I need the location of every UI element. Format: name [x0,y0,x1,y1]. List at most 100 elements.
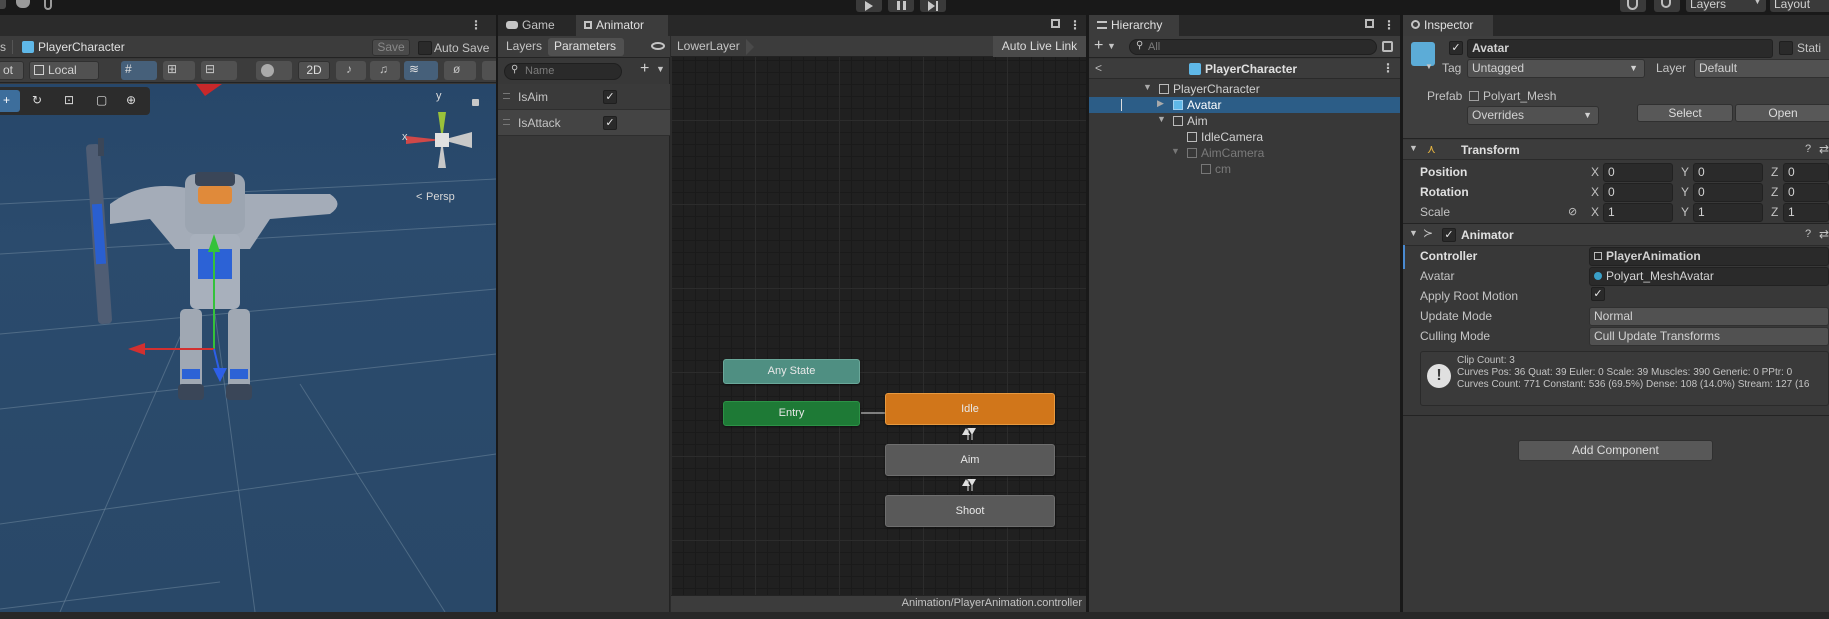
chevron-down-icon[interactable]: ▼ [656,64,665,74]
transform-z-field[interactable]: 0 [1783,183,1829,202]
layers-dropdown[interactable]: Layers ▼ [1686,0,1766,12]
scale-tool-button[interactable]: ⊡ [56,90,86,112]
hierarchy-search-input[interactable]: ⚲ All [1129,39,1377,55]
transform-z-field[interactable]: 1 [1783,203,1829,222]
chevron-right-icon[interactable]: ▶ [1157,98,1164,109]
scene-gizmo[interactable]: y x [392,90,488,182]
layout-dropdown[interactable]: Layout [1770,0,1829,12]
avatar-field[interactable]: Polyart_MeshAvatar [1589,267,1829,286]
animator-graph[interactable]: LowerLayer Auto Live Link Any State Entr… [671,36,1086,612]
chevron-down-icon[interactable]: ▼ [1425,62,1433,71]
more-options-icon[interactable]: ⋮ [1382,61,1394,75]
prefab-open-button[interactable]: Open [1735,104,1829,122]
search-button[interactable] [1654,0,1680,12]
culling-mode-dropdown[interactable]: Cull Update Transforms [1589,327,1829,346]
save-button[interactable]: Save [372,39,410,56]
state-shoot[interactable]: Shoot [885,495,1055,527]
scene-visibility-icon[interactable] [1382,41,1393,52]
chevron-down-icon[interactable]: ▼ [1107,41,1116,51]
account-button[interactable] [0,0,6,9]
tab-game[interactable]: Game [498,15,576,36]
tab-parameters[interactable]: Parameters [548,38,624,56]
grid-toggle[interactable]: # [121,61,157,80]
chevron-down-icon[interactable]: ▼ [1143,82,1152,92]
play-button[interactable] [856,0,882,12]
layer-dropdown[interactable]: Default [1694,59,1829,78]
link-icon[interactable]: ⊘ [1568,205,1577,218]
settings-icon[interactable]: ⇄ [1819,142,1829,156]
audio-toggle[interactable]: ♫ [370,61,400,80]
controller-field[interactable]: PlayerAnimation [1589,247,1829,266]
tab-animator[interactable]: Animator [576,15,668,36]
help-icon[interactable]: ? [1805,228,1811,240]
move-tool-button[interactable]: + [0,90,20,112]
back-arrow-icon[interactable]: < [1095,61,1102,75]
more-options-icon[interactable]: ⋮ [470,18,482,32]
chevron-down-icon[interactable]: ▼ [1171,146,1180,156]
rect-tool-button[interactable]: ▢ [88,90,118,112]
state-entry[interactable]: Entry [723,401,860,426]
transform-y-field[interactable]: 0 [1693,183,1763,202]
lock-icon[interactable] [1051,19,1060,28]
update-mode-dropdown[interactable]: Normal [1589,307,1829,326]
parameter-row[interactable]: IsAim ✓ [498,84,670,110]
static-checkbox[interactable] [1779,41,1793,55]
transform-x-field[interactable]: 0 [1603,163,1673,182]
cloud-icon[interactable] [16,0,30,8]
transform-z-field[interactable]: 0 [1783,163,1829,182]
tag-dropdown[interactable]: Untagged ▼ [1467,59,1645,78]
overrides-dropdown[interactable]: Overrides ▼ [1467,106,1599,125]
collab-icon[interactable] [44,0,52,10]
transform-x-field[interactable]: 1 [1603,203,1673,222]
parameter-row[interactable]: IsAttack ✓ [498,110,670,136]
persp-label[interactable]: Persp [426,191,455,203]
hierarchy-item[interactable]: ▶ Avatar [1089,97,1400,113]
active-checkbox[interactable]: ✓ [1449,41,1463,55]
more-options-icon[interactable]: ⋮ [1069,18,1081,32]
parameter-value-checkbox[interactable]: ✓ [603,90,617,104]
settings-icon[interactable]: ⇄ [1819,227,1829,241]
object-name-field[interactable]: Avatar [1467,39,1773,58]
parameter-value-checkbox[interactable]: ✓ [603,116,617,130]
create-icon[interactable]: + [1094,37,1103,55]
hierarchy-item[interactable]: cm [1089,161,1400,177]
chevron-down-icon[interactable]: ▼ [1157,114,1166,124]
animator-component-header[interactable]: ▼ ≻ ✓ Animator ? ⇄ [1403,224,1829,246]
gizmos-dropdown[interactable] [482,61,496,80]
animator-enabled-checkbox[interactable]: ✓ [1442,228,1456,242]
prefab-select-button[interactable]: Select [1637,104,1733,122]
apply-root-motion-checkbox[interactable]: ✓ [1591,287,1605,301]
hidden-objects-toggle[interactable]: ø [444,61,476,80]
lighting-toggle[interactable]: ♪ [336,61,366,80]
transform-y-field[interactable]: 1 [1693,203,1763,222]
help-icon[interactable]: ? [1805,143,1811,155]
state-aim[interactable]: Aim [885,444,1055,476]
hierarchy-item[interactable]: ▼ AimCamera [1089,145,1400,161]
pivot-dropdown[interactable]: ot [0,61,24,80]
add-parameter-icon[interactable]: + [640,60,649,78]
transform-y-field[interactable]: 0 [1693,163,1763,182]
drag-handle-icon[interactable] [503,119,510,125]
tab-inspector[interactable]: Inspector [1403,15,1493,36]
tab-layers[interactable]: Layers [498,36,548,57]
scene-viewport[interactable]: + ↻ ⊡ ▢ ⊕ y x < Persp [0,84,496,612]
pause-button[interactable] [888,0,914,12]
transform-x-field[interactable]: 0 [1603,183,1673,202]
parameter-search-input[interactable]: ⚲ Name [504,63,622,80]
state-idle[interactable]: Idle [885,393,1055,425]
rotate-tool-button[interactable]: ↻ [24,90,54,112]
effects-dropdown[interactable]: ≋ [404,61,438,80]
lock-icon[interactable] [472,99,479,106]
history-button[interactable] [1620,0,1646,12]
lock-icon[interactable] [1365,19,1374,28]
auto-save-checkbox[interactable] [418,41,432,55]
increment-snap-toggle[interactable]: ⊟ [201,61,237,80]
draw-mode-dropdown[interactable] [256,61,292,80]
transform-header[interactable]: ▼ ⋏ Transform ? ⇄ [1403,140,1829,160]
add-component-button[interactable]: Add Component [1518,440,1713,461]
hierarchy-item[interactable]: ▼ PlayerCharacter [1089,81,1400,97]
tab-hierarchy[interactable]: Hierarchy [1089,15,1179,36]
step-button[interactable] [920,0,946,12]
drag-handle-icon[interactable] [503,93,510,99]
eye-icon[interactable] [651,42,665,50]
